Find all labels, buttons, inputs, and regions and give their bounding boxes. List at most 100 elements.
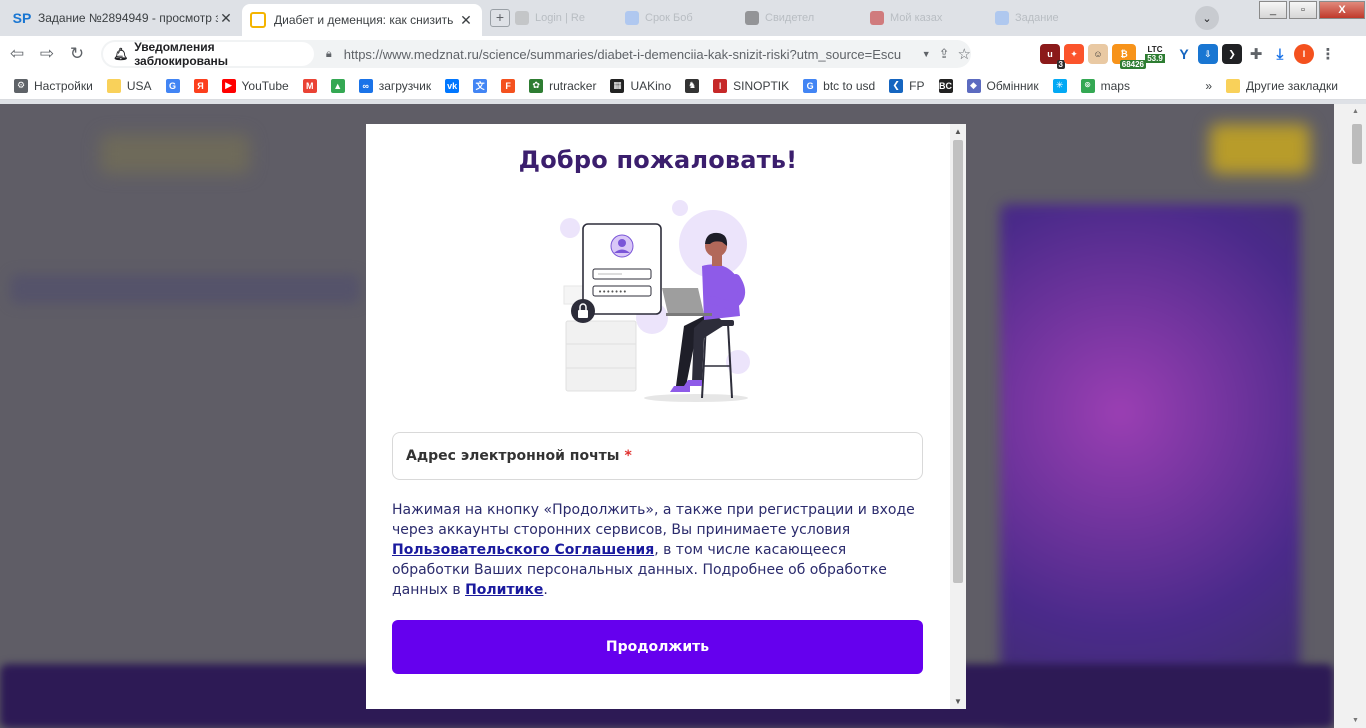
background-tab[interactable]: Срок Боб bbox=[625, 8, 693, 28]
bell-icon: 🔔︎ bbox=[113, 47, 129, 61]
lock-icon[interactable]: 🔒︎ bbox=[326, 48, 332, 61]
tab-strip: SP Задание №2894949 - просмотр з ✕ Диабе… bbox=[0, 0, 1366, 36]
scroll-up-icon[interactable]: ▲ bbox=[954, 127, 962, 136]
close-tab-icon[interactable]: ✕ bbox=[458, 12, 474, 29]
bookmark-item[interactable]: 文 bbox=[473, 78, 488, 93]
bookmark-star-icon[interactable]: ☆ bbox=[958, 45, 971, 63]
more-bookmarks-chevron-icon[interactable]: » bbox=[1205, 79, 1212, 93]
tab-zadanie[interactable]: SP Задание №2894949 - просмотр з ✕ bbox=[6, 4, 242, 32]
bookmark-item[interactable]: ▲ bbox=[330, 78, 345, 93]
share-icon[interactable]: ⇪ bbox=[939, 46, 950, 62]
ltc-ticker-icon[interactable]: LTC 53.9 bbox=[1140, 44, 1170, 64]
maximize-button[interactable]: ▫ bbox=[1289, 1, 1317, 19]
bookmark-item[interactable]: Gbtc to usd bbox=[803, 78, 876, 93]
background-tab[interactable]: Login | Re bbox=[515, 8, 585, 28]
bc-icon: BC bbox=[938, 78, 953, 93]
youtube-icon: ▶ bbox=[221, 78, 236, 93]
terms-text: Нажимая на кнопку «Продолжить», а также … bbox=[392, 502, 915, 598]
continue-button[interactable]: Продолжить bbox=[392, 620, 923, 674]
infinity-icon: ∞ bbox=[358, 78, 373, 93]
exchange-icon: ◆ bbox=[966, 78, 981, 93]
bookmark-item[interactable]: ✿ rutracker bbox=[529, 78, 596, 93]
bookmarks-right: » Другие закладки bbox=[1205, 72, 1352, 100]
star-spark-icon: ✳ bbox=[1052, 78, 1067, 93]
drive-icon: ▲ bbox=[330, 78, 345, 93]
bookmark-item[interactable]: vk bbox=[445, 78, 460, 93]
bookmark-label: SINOPTIK bbox=[733, 78, 790, 93]
reload-icon[interactable]: ↻ bbox=[64, 41, 90, 67]
close-window-button[interactable]: X bbox=[1319, 1, 1365, 19]
tab-medznat[interactable]: Диабет и деменция: как снизить ✕ bbox=[242, 4, 482, 36]
modal-scrollbar[interactable]: ▲ ▼ bbox=[950, 124, 966, 709]
new-tab-button[interactable]: + bbox=[490, 9, 510, 27]
google-icon: G bbox=[165, 78, 180, 93]
blurred-logo bbox=[100, 134, 250, 174]
background-tab[interactable]: Задание bbox=[995, 8, 1059, 28]
download-box-icon[interactable]: ⇩ bbox=[1198, 44, 1218, 64]
download-icon[interactable]: ⤓ bbox=[1270, 44, 1290, 64]
yandex-icon: Я bbox=[193, 78, 208, 93]
bookmark-item[interactable]: ⌾ maps bbox=[1080, 78, 1130, 93]
svg-text:•••••••: ••••••• bbox=[598, 288, 627, 296]
bookmark-item[interactable]: M bbox=[302, 78, 317, 93]
blurred-yellow-button bbox=[1210, 124, 1310, 174]
medznat-favicon-icon bbox=[250, 12, 266, 28]
toolbar: ⇦ ⇨ ↻ 🔔︎ Уведомления заблокированы 🔒︎ ht… bbox=[0, 36, 1366, 72]
puzzle-icon[interactable]: ✚ bbox=[1246, 44, 1266, 64]
blurred-hero-image bbox=[1000, 204, 1300, 724]
address-bar[interactable]: 🔔︎ Уведомления заблокированы 🔒︎ https://… bbox=[101, 40, 971, 68]
bookmark-item[interactable]: USA bbox=[106, 78, 152, 93]
page-scrollbar[interactable]: ▲ ▼ bbox=[1334, 104, 1366, 728]
notifications-blocked-chip[interactable]: 🔔︎ Уведомления заблокированы bbox=[103, 40, 314, 68]
bookmark-item[interactable]: Я bbox=[193, 78, 208, 93]
favicon-icon bbox=[625, 11, 639, 25]
profile-avatar[interactable]: I bbox=[1294, 44, 1314, 64]
bookmark-item[interactable]: ❮ FP bbox=[889, 78, 925, 93]
bookmark-item[interactable]: ▦ UAKino bbox=[610, 78, 671, 93]
scroll-down-icon[interactable]: ▼ bbox=[954, 697, 962, 706]
modal-scroll-thumb[interactable] bbox=[953, 140, 963, 583]
bookmark-label: FP bbox=[909, 78, 925, 93]
dropdown-triangle-icon[interactable]: ▼ bbox=[922, 49, 931, 59]
bookmark-item[interactable]: BC bbox=[938, 78, 953, 93]
email-field[interactable]: Адрес электронной почты * bbox=[392, 432, 923, 480]
minimize-button[interactable]: _ bbox=[1259, 1, 1287, 19]
face-icon[interactable]: ☺ bbox=[1088, 44, 1108, 64]
tab-title: Задание №2894949 - просмотр з bbox=[38, 11, 218, 25]
scroll-up-icon[interactable]: ▲ bbox=[1352, 108, 1359, 115]
other-bookmarks-folder[interactable]: Другие закладки bbox=[1226, 79, 1338, 93]
background-tab[interactable]: Мой казах bbox=[870, 8, 942, 28]
favicon-icon bbox=[995, 11, 1009, 25]
bookmark-item[interactable]: ♞ bbox=[685, 78, 700, 93]
background-tab[interactable]: Свидетел bbox=[745, 8, 814, 28]
bookmark-item[interactable]: ▶ YouTube bbox=[221, 78, 289, 93]
user-agreement-link[interactable]: Пользовательского Соглашения bbox=[392, 542, 654, 558]
bookmark-item[interactable]: ∞ загрузчик bbox=[358, 78, 431, 93]
y-check-icon[interactable]: Y bbox=[1174, 44, 1194, 64]
scroll-down-icon[interactable]: ▼ bbox=[1352, 717, 1359, 724]
privacy-policy-link[interactable]: Политике bbox=[465, 582, 543, 598]
bookmark-item[interactable]: G bbox=[165, 78, 180, 93]
kebab-menu-icon[interactable]: ⋮ bbox=[1318, 44, 1338, 64]
f-icon: F bbox=[501, 78, 516, 93]
ublock-icon[interactable]: u3 bbox=[1040, 44, 1065, 69]
close-tab-icon[interactable]: ✕ bbox=[218, 10, 234, 27]
url-text[interactable]: https://www.medznat.ru/science/summaries… bbox=[344, 47, 920, 62]
modal-title: Добро пожаловать! bbox=[518, 146, 798, 174]
forward-arrow-icon[interactable]: ⇨ bbox=[34, 41, 60, 67]
bookmark-item[interactable]: F bbox=[501, 78, 516, 93]
bookmark-item[interactable]: ◆ Обмінник bbox=[966, 78, 1039, 93]
back-arrow-icon[interactable]: ⇦ bbox=[4, 41, 30, 67]
tab-search-chevron-icon[interactable]: ⌄ bbox=[1195, 6, 1219, 30]
bookmarks-bar: ⚙ Настройки USA G Я ▶ YouTube M ▲ ∞ загрузчик vk 文 F ✿… bbox=[0, 72, 1366, 100]
terminal-icon[interactable]: ❯ bbox=[1222, 44, 1242, 64]
bitcoin-icon[interactable]: ₿ 68426 bbox=[1112, 44, 1146, 69]
bookmark-item[interactable]: ✳ bbox=[1052, 78, 1067, 93]
bookmark-item[interactable]: ⚙ Настройки bbox=[14, 78, 93, 93]
bookmark-label: btc to usd bbox=[823, 78, 876, 93]
maps-icon: ⌾ bbox=[1080, 78, 1095, 93]
other-bookmarks-label: Другие закладки bbox=[1246, 79, 1338, 93]
brave-lion-icon[interactable]: ✦ bbox=[1064, 44, 1084, 64]
bookmark-item[interactable]: ǀ SINOPTIK bbox=[713, 78, 790, 93]
page-scroll-thumb[interactable] bbox=[1352, 124, 1362, 164]
